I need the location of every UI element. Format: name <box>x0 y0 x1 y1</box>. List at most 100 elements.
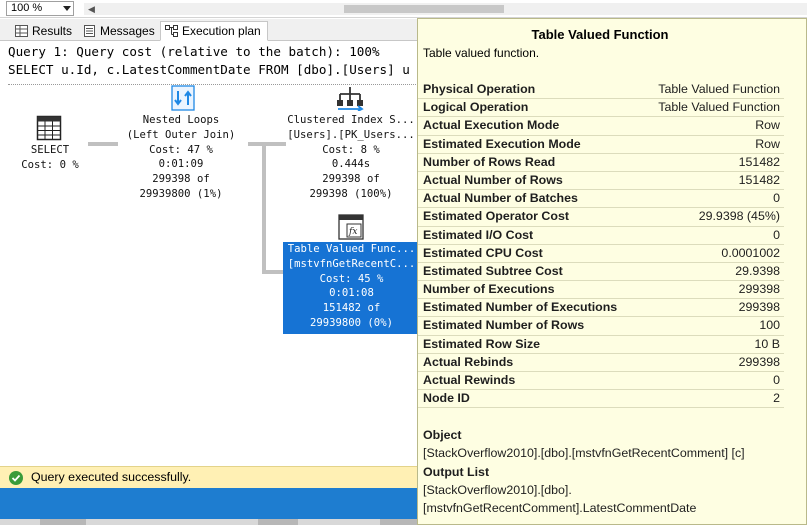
select-table-icon[interactable] <box>36 115 62 141</box>
tab-messages[interactable]: Messages <box>78 21 162 41</box>
taskbar-segment <box>380 519 417 525</box>
tab-label: Results <box>32 24 73 38</box>
tooltip-output-heading: Output List <box>423 465 490 479</box>
property-name: Number of Executions <box>423 282 555 297</box>
scroll-left-icon[interactable]: ◀ <box>88 4 95 15</box>
property-value: 10 B <box>754 336 781 351</box>
property-name: Actual Number of Batches <box>423 191 578 206</box>
tooltip-output-line: [mstvfnGetRecentComment].LatestCommentDa… <box>423 501 697 515</box>
horizontal-scrollbar[interactable]: ◀ <box>84 3 807 15</box>
tooltip-property-row: Actual Execution Mode Row <box>418 117 784 136</box>
tab-label: Execution plan <box>182 24 261 38</box>
plan-icon <box>165 25 178 37</box>
plan-arrow <box>248 142 286 146</box>
taskbar-segment <box>258 519 298 525</box>
tooltip-property-row: Estimated Number of Rows 100 <box>418 317 784 336</box>
query-text-line: SELECT u.Id, c.LatestCommentDate FROM [d… <box>8 62 418 77</box>
select-node[interactable]: SELECT Cost: 0 % <box>6 143 94 173</box>
nested-loops-node[interactable]: Nested Loops (Left Outer Join) Cost: 47 … <box>115 113 247 202</box>
node-estimate: 29939800 (1%) <box>139 187 223 200</box>
tooltip-property-row: Number of Rows Read 151482 <box>418 154 784 172</box>
node-cost: Cost: 45 % <box>319 272 384 285</box>
tab-results[interactable]: Results <box>10 21 79 41</box>
operator-tooltip: Table Valued Function Table valued funct… <box>417 18 807 525</box>
node-estimate: 29939800 (0%) <box>310 316 393 329</box>
zoom-toolbar: 100 % ◀ <box>0 0 807 18</box>
property-value: 0.0001002 <box>721 245 780 260</box>
tooltip-property-row: Actual Number of Batches 0 <box>418 190 784 209</box>
tooltip-property-row: Actual Rewinds 0 <box>418 372 784 391</box>
tooltip-property-row: Estimated I/O Cost 0 <box>418 227 784 245</box>
property-name: Number of Rows Read <box>423 154 556 169</box>
clustered-index-scan-icon[interactable] <box>336 85 364 111</box>
tab-execution-plan[interactable]: Execution plan <box>160 21 268 41</box>
property-name: Actual Rewinds <box>423 373 516 387</box>
query-cost-line: Query 1: Query cost (relative to the bat… <box>8 44 380 59</box>
property-value: 151482 <box>738 172 780 187</box>
checkmark-icon <box>9 471 23 485</box>
zoom-select[interactable]: 100 % <box>6 1 74 16</box>
tab-label: Messages <box>100 24 155 38</box>
tvf-node[interactable]: Table Valued Func... [mstvfnGetRecentC..… <box>283 242 420 331</box>
tooltip-object-value: [StackOverflow2010].[dbo].[mstvfnGetRece… <box>423 446 745 460</box>
property-value: 100 <box>759 318 780 333</box>
zoom-value: 100 % <box>11 2 43 14</box>
status-text: Query executed successfully. <box>31 470 192 484</box>
tooltip-property-row: Estimated Operator Cost 29.9398 (45%) <box>418 208 784 227</box>
tvf-node-selected[interactable]: Table Valued Func... [mstvfnGetRecentC..… <box>283 242 420 334</box>
svg-text:fx: fx <box>348 227 357 237</box>
node-sublabel: (Left Outer Join) <box>126 128 236 141</box>
property-name: Estimated Number of Rows <box>423 318 585 333</box>
property-value: 0 <box>773 191 780 206</box>
tooltip-property-row: Estimated Subtree Cost 29.9398 <box>418 263 784 282</box>
tooltip-property-row: Actual Number of Rows 151482 <box>418 172 784 191</box>
function-icon[interactable]: fx <box>338 214 364 240</box>
tooltip-property-row: Estimated CPU Cost 0.0001002 <box>418 245 784 263</box>
node-rows: 299398 of <box>322 173 380 186</box>
property-name: Estimated Operator Cost <box>423 209 569 224</box>
node-rows: 299398 of <box>152 173 210 186</box>
property-value: 299398 <box>738 300 780 315</box>
nested-loops-icon[interactable] <box>171 85 195 111</box>
property-value: 299398 <box>738 354 780 369</box>
tooltip-property-row: Estimated Execution Mode Row <box>418 136 784 154</box>
property-name: Estimated Subtree Cost <box>423 263 563 278</box>
property-name: Estimated CPU Cost <box>423 245 543 260</box>
node-cost: Cost: 8 % <box>322 143 380 156</box>
taskbar-segment <box>40 519 86 525</box>
property-value: 29.9398 <box>735 263 780 278</box>
tooltip-property-row: Physical Operation Table Valued Function <box>418 81 784 100</box>
property-name: Actual Execution Mode <box>423 118 560 133</box>
node-time: 0:01:09 <box>158 158 204 171</box>
grid-icon <box>15 25 28 37</box>
tooltip-properties: Physical Operation Table Valued Function L… <box>418 81 784 409</box>
property-name: Physical Operation <box>423 82 536 96</box>
tooltip-property-row: Number of Executions 299398 <box>418 281 784 300</box>
property-value: 151482 <box>738 154 780 169</box>
node-cost: Cost: 47 % <box>149 143 213 156</box>
clustered-index-node[interactable]: Clustered Index S... [Users].[PK_Users..… <box>284 113 418 202</box>
node-sublabel: [mstvfnGetRecentC... <box>287 257 416 270</box>
property-value: Table Valued Function <box>658 82 780 96</box>
tooltip-object-heading: Object <box>423 428 462 442</box>
tooltip-property-row: Estimated Row Size 10 B <box>418 336 784 354</box>
tooltip-property-row: Actual Rebinds 299398 <box>418 354 784 372</box>
node-sublabel: [Users].[PK_Users... <box>287 128 415 141</box>
node-rows: 151482 of <box>322 302 381 315</box>
chevron-down-icon[interactable] <box>63 6 71 11</box>
tooltip-property-row: Estimated Number of Executions 299398 <box>418 299 784 318</box>
scrollbar-thumb[interactable] <box>344 5 504 13</box>
document-icon <box>84 25 95 37</box>
node-time: 0.444s <box>331 158 371 171</box>
node-estimate: 299398 (100%) <box>309 187 393 200</box>
node-label: Clustered Index S... <box>287 114 415 126</box>
node-label: Table Valued Func... <box>287 243 416 255</box>
node-label: Nested Loops <box>142 114 220 126</box>
property-name: Actual Number of Rows <box>423 172 563 187</box>
node-label: SELECT <box>30 144 70 156</box>
node-cost: Cost: 0 % <box>21 158 79 171</box>
property-name: Estimated Number of Executions <box>423 300 618 315</box>
plan-arrow <box>262 146 266 272</box>
property-value: Row <box>755 136 780 151</box>
property-value: 0 <box>773 227 780 242</box>
